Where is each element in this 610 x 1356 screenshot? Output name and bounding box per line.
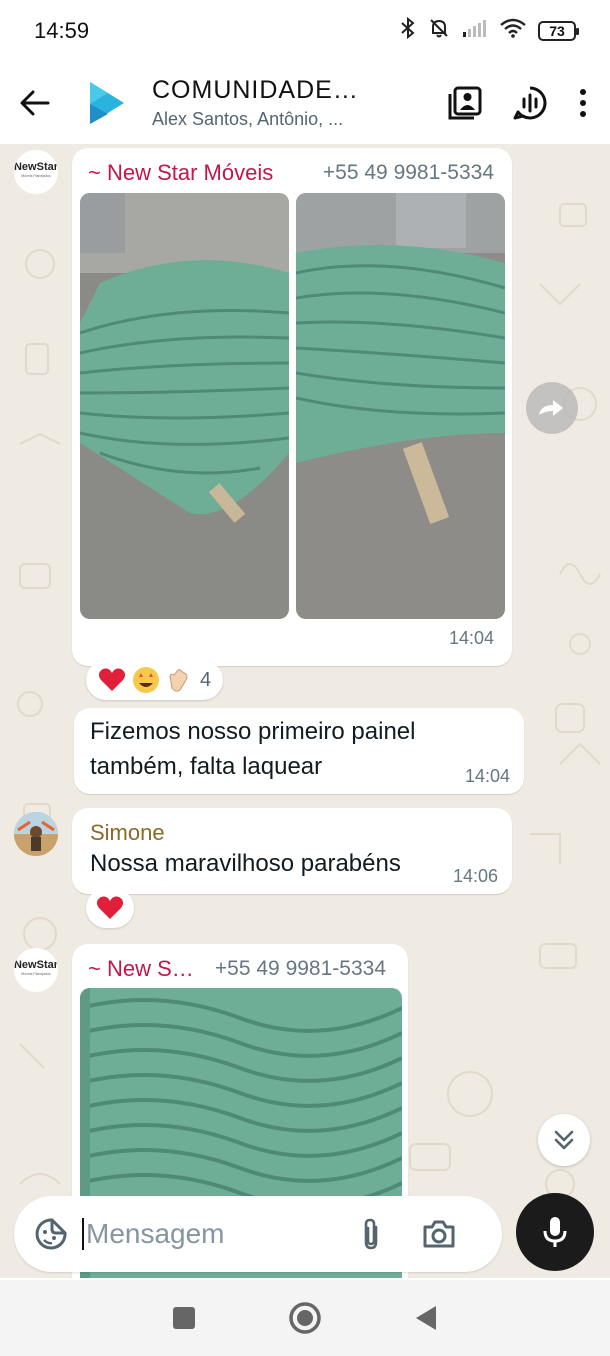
recents-button[interactable] xyxy=(172,1306,196,1330)
message-text: Nossa maravilhoso parabéns xyxy=(90,850,401,877)
paperclip-icon xyxy=(364,1218,378,1250)
arrow-left-icon xyxy=(20,90,50,116)
camera-button[interactable] xyxy=(422,1219,456,1249)
heart-icon xyxy=(98,668,126,691)
group-avatar[interactable] xyxy=(82,78,132,128)
sender-avatar-simone[interactable] xyxy=(14,812,58,856)
group-title: COMUNIDADE… xyxy=(152,76,359,104)
sticker-icon xyxy=(35,1218,67,1250)
contact-book-icon xyxy=(448,86,482,120)
chat-header: COMUNIDADE… Alex Santos, Antônio, ... xyxy=(0,62,610,144)
image-message-bubble[interactable]: ~ New Star Móveis +55 49 9981-5334 14:04 xyxy=(72,148,512,666)
heart-icon xyxy=(96,896,124,919)
reactions-bar[interactable] xyxy=(86,888,134,928)
message-time: 14:04 xyxy=(448,628,494,648)
svg-text:Móveis Planejados: Móveis Planejados xyxy=(21,972,51,976)
svg-text:NewStar: NewStar xyxy=(14,959,58,971)
microphone-icon xyxy=(543,1217,567,1247)
sender-phone: +55 49 9981-5334 xyxy=(322,161,494,184)
sender-name[interactable]: ~ New Star Móveis xyxy=(88,160,273,186)
svg-text:Móveis Planejados: Móveis Planejados xyxy=(21,174,51,178)
bluetooth-icon xyxy=(400,16,416,45)
group-members: Alex Santos, Antônio, ... xyxy=(152,109,344,129)
status-bar: 14:59 73 xyxy=(0,0,610,62)
attach-button[interactable] xyxy=(360,1217,382,1251)
scroll-to-bottom-button[interactable] xyxy=(538,1114,590,1166)
message-text-line-2: também, falta laquear xyxy=(90,753,323,780)
bell-muted-icon xyxy=(428,17,450,45)
more-vertical-icon xyxy=(580,89,586,117)
photo-panel-2[interactable] xyxy=(296,193,505,619)
back-button[interactable] xyxy=(0,62,70,144)
message-time: 14:06 xyxy=(452,866,498,886)
home-button[interactable] xyxy=(288,1301,322,1335)
system-navigation-bar xyxy=(0,1280,610,1356)
avatar-photo xyxy=(14,812,58,856)
system-icons: 73 xyxy=(400,16,579,45)
message-composer xyxy=(14,1196,502,1272)
chat-area[interactable]: NewStar Móveis Planejados ~ New Star Móv… xyxy=(0,144,610,1278)
wifi-icon xyxy=(500,18,526,44)
svg-text:NewStar: NewStar xyxy=(14,161,58,173)
header-title-block[interactable]: COMUNIDADE… Alex Santos, Antônio, ... xyxy=(152,76,372,130)
sender-avatar-newstar[interactable]: NewStar Móveis Planejados xyxy=(14,150,58,194)
photo-panel-1[interactable] xyxy=(80,193,289,619)
sender-avatar-newstar[interactable]: NewStar Móveis Planejados xyxy=(14,948,58,992)
star-struck-emoji-icon xyxy=(133,667,159,693)
sender-phone: +55 49 9981-5334 xyxy=(214,957,386,980)
more-options-button[interactable] xyxy=(578,88,588,118)
reaction-count: 4 xyxy=(200,668,212,691)
circle-icon xyxy=(289,1302,321,1334)
message-time: 14:04 xyxy=(464,766,510,786)
clock: 14:59 xyxy=(34,18,90,43)
voice-chat-icon xyxy=(513,86,547,120)
nav-back-button[interactable] xyxy=(414,1304,438,1332)
contact-book-button[interactable] xyxy=(448,86,482,120)
text-message-bubble-simone[interactable]: Simone Nossa maravilhoso parabéns 14:06 xyxy=(72,808,512,894)
newstar-logo: NewStar Móveis Planejados xyxy=(14,161,58,178)
message-input[interactable] xyxy=(82,1218,342,1250)
reactions-bar[interactable]: 4 xyxy=(86,660,224,700)
message-text-line-1: Fizemos nosso primeiro painel xyxy=(90,718,416,745)
play-logo-icon xyxy=(90,82,124,124)
text-message-bubble[interactable]: Fizemos nosso primeiro painel também, fa… xyxy=(74,708,524,794)
sender-name[interactable]: ~ New S… xyxy=(88,956,194,982)
newstar-logo: NewStar Móveis Planejados xyxy=(14,959,58,976)
signal-icon xyxy=(462,18,488,44)
voice-chat-button[interactable] xyxy=(512,85,548,121)
forward-icon xyxy=(539,400,563,416)
square-icon xyxy=(173,1307,195,1329)
clapping-hands-icon xyxy=(169,669,188,692)
sticker-button[interactable] xyxy=(34,1217,68,1251)
triangle-back-icon xyxy=(416,1306,436,1330)
double-chevron-down-icon xyxy=(554,1130,574,1150)
forward-button[interactable] xyxy=(526,382,578,434)
battery-icon: 73 xyxy=(538,21,579,41)
camera-icon xyxy=(423,1220,455,1248)
sender-name[interactable]: Simone xyxy=(90,820,165,846)
voice-record-button[interactable] xyxy=(516,1193,594,1271)
